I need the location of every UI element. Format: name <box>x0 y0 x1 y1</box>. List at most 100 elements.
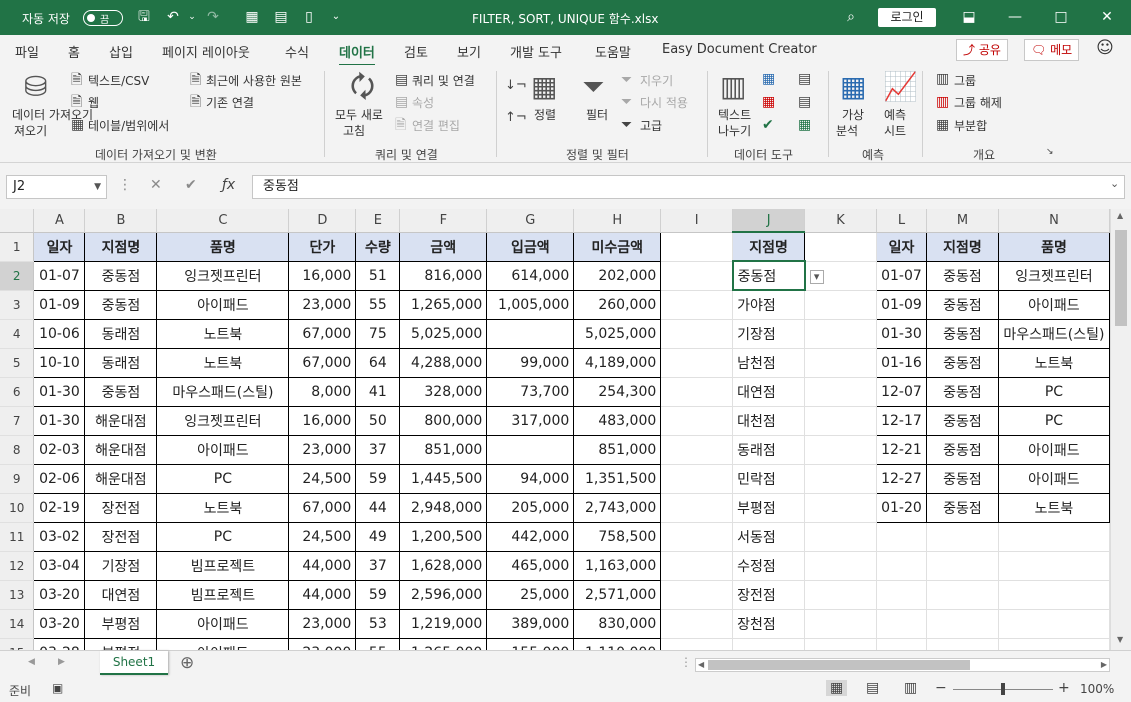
branch-cell[interactable]: 장천점 <box>732 609 806 639</box>
result-cell[interactable]: 01-07 <box>875 260 927 291</box>
branch-cell[interactable]: 서동점 <box>732 522 806 552</box>
result-cell[interactable]: 아이패드 <box>997 289 1110 320</box>
data-cell[interactable]: 442,000 <box>486 521 575 552</box>
data-cell[interactable]: 대연점 <box>84 579 158 610</box>
result-cell[interactable] <box>926 580 999 610</box>
data-cell[interactable]: 758,500 <box>573 521 662 552</box>
result-cell[interactable] <box>876 638 927 650</box>
minimize-icon[interactable]: — <box>1006 8 1024 26</box>
comment-button[interactable]: 🗨 메모 <box>1024 39 1080 61</box>
scroll-right-icon[interactable]: ▶ <box>1101 660 1107 669</box>
text-to-columns-label-2[interactable]: 나누기 <box>718 122 751 139</box>
undo-dropdown-icon[interactable]: ⌄ <box>183 8 201 26</box>
result-header-cell[interactable]: 일자 <box>875 231 927 262</box>
result-cell[interactable] <box>998 580 1110 610</box>
data-cell[interactable]: 94,000 <box>486 463 575 494</box>
data-cell[interactable]: 23,000 <box>288 637 357 650</box>
data-cell[interactable]: 67,000 <box>288 492 357 523</box>
search-icon[interactable]: ⌕ <box>842 8 860 26</box>
data-cell[interactable]: 1,219,000 <box>399 608 488 639</box>
result-cell[interactable]: 노트북 <box>997 492 1110 523</box>
data-cell[interactable]: 389,000 <box>486 608 575 639</box>
name-box-dropdown-icon[interactable]: ▼ <box>94 176 101 198</box>
data-cell[interactable]: 23,000 <box>288 434 357 465</box>
data-cell[interactable]: 465,000 <box>486 550 575 581</box>
relationships-icon[interactable]: ▤ <box>798 95 811 109</box>
data-cell[interactable]: PC <box>156 463 290 494</box>
subtotal-button[interactable]: 부분합 <box>954 117 987 134</box>
result-cell[interactable]: 01-09 <box>875 289 927 320</box>
validation-dropdown-icon[interactable]: ▾ <box>809 269 824 284</box>
branch-header[interactable]: 지점명 <box>732 231 806 262</box>
data-cell[interactable]: 아이패드 <box>156 608 290 639</box>
data-cell[interactable]: 1,163,000 <box>573 550 662 581</box>
clear-filter[interactable]: 지우기 <box>640 72 673 89</box>
data-cell[interactable]: 1,351,500 <box>573 463 662 494</box>
data-cell[interactable]: 중동점 <box>84 376 158 407</box>
column-header-f[interactable]: F <box>399 209 488 233</box>
expand-formula-icon[interactable]: ⌄ <box>1110 177 1119 190</box>
empty-cell[interactable] <box>660 377 734 407</box>
enter-icon[interactable]: ✔ <box>185 177 197 193</box>
calendar-icon[interactable]: ▦ <box>243 8 261 26</box>
data-cell[interactable]: 24,500 <box>288 521 357 552</box>
ribbon-display-icon[interactable]: ⬓ <box>960 8 978 26</box>
data-cell[interactable]: 4,189,000 <box>573 347 662 378</box>
cancel-icon[interactable]: ✕ <box>150 177 162 193</box>
zoom-slider-thumb[interactable] <box>1001 683 1005 695</box>
data-cell[interactable]: 51 <box>355 260 401 291</box>
empty-cell[interactable] <box>660 406 734 436</box>
horizontal-scrollbar[interactable]: ◀ ▶ <box>695 658 1110 672</box>
result-cell[interactable] <box>876 609 927 639</box>
zoom-out-icon[interactable]: − <box>935 680 947 696</box>
page-break-view-icon[interactable]: ▥ <box>904 680 917 696</box>
existing-connections[interactable]: 기존 연결 <box>206 94 254 111</box>
scroll-down-icon[interactable]: ▼ <box>1117 635 1123 644</box>
data-cell[interactable]: 부평점 <box>84 608 158 639</box>
header-cell[interactable]: 단가 <box>288 231 357 262</box>
sort-asc-icon[interactable]: ↓¬ <box>505 79 527 92</box>
prev-sheet-icon[interactable]: ◀ <box>28 657 35 667</box>
result-cell[interactable]: PC <box>997 376 1110 407</box>
data-cell[interactable]: 아이패드 <box>156 434 290 465</box>
data-cell[interactable]: 55 <box>355 637 401 650</box>
column-header-l[interactable]: L <box>876 209 927 233</box>
data-cell[interactable]: 기장점 <box>84 550 158 581</box>
empty-cell[interactable] <box>804 580 877 610</box>
data-cell[interactable]: 동래점 <box>84 347 158 378</box>
row-header-1[interactable]: 1 <box>0 232 35 262</box>
data-cell[interactable]: 44 <box>355 492 401 523</box>
tab-review[interactable]: 검토 <box>404 42 428 61</box>
result-cell[interactable] <box>998 551 1110 581</box>
empty-cell[interactable] <box>660 580 734 610</box>
data-cell[interactable]: 37 <box>355 550 401 581</box>
result-cell[interactable]: 중동점 <box>925 347 999 378</box>
sort-desc-icon[interactable]: ↑¬ <box>505 111 527 124</box>
result-cell[interactable]: 중동점 <box>925 405 999 436</box>
branch-cell[interactable]: 가야점 <box>732 290 806 320</box>
branch-cell[interactable] <box>732 638 806 650</box>
row-header-14[interactable]: 14 <box>0 609 35 639</box>
data-cell[interactable]: 24,500 <box>288 463 357 494</box>
data-cell[interactable]: 2,948,000 <box>399 492 488 523</box>
data-cell[interactable]: 67,000 <box>288 347 357 378</box>
data-cell[interactable]: 16,000 <box>288 405 357 436</box>
data-cell[interactable]: 49 <box>355 521 401 552</box>
data-cell[interactable]: 317,000 <box>486 405 575 436</box>
column-header-n[interactable]: N <box>998 209 1110 233</box>
data-cell[interactable]: 99,000 <box>486 347 575 378</box>
tab-view[interactable]: 보기 <box>457 42 481 61</box>
result-cell[interactable]: 12-21 <box>875 434 927 465</box>
tab-help[interactable]: 도움말 <box>595 42 631 61</box>
column-header-c[interactable]: C <box>156 209 290 233</box>
result-cell[interactable] <box>876 551 927 581</box>
row-header-9[interactable]: 9 <box>0 464 35 494</box>
data-cell[interactable]: 59 <box>355 579 401 610</box>
data-cell[interactable]: 59 <box>355 463 401 494</box>
page-layout-view-icon[interactable]: ▤ <box>866 680 879 696</box>
result-cell[interactable]: 12-27 <box>875 463 927 494</box>
scroll-left-icon[interactable]: ◀ <box>698 660 704 669</box>
empty-cell[interactable] <box>660 464 734 494</box>
tab-insert[interactable]: 삽입 <box>109 42 133 61</box>
new-file-icon[interactable]: ▯ <box>300 8 318 26</box>
